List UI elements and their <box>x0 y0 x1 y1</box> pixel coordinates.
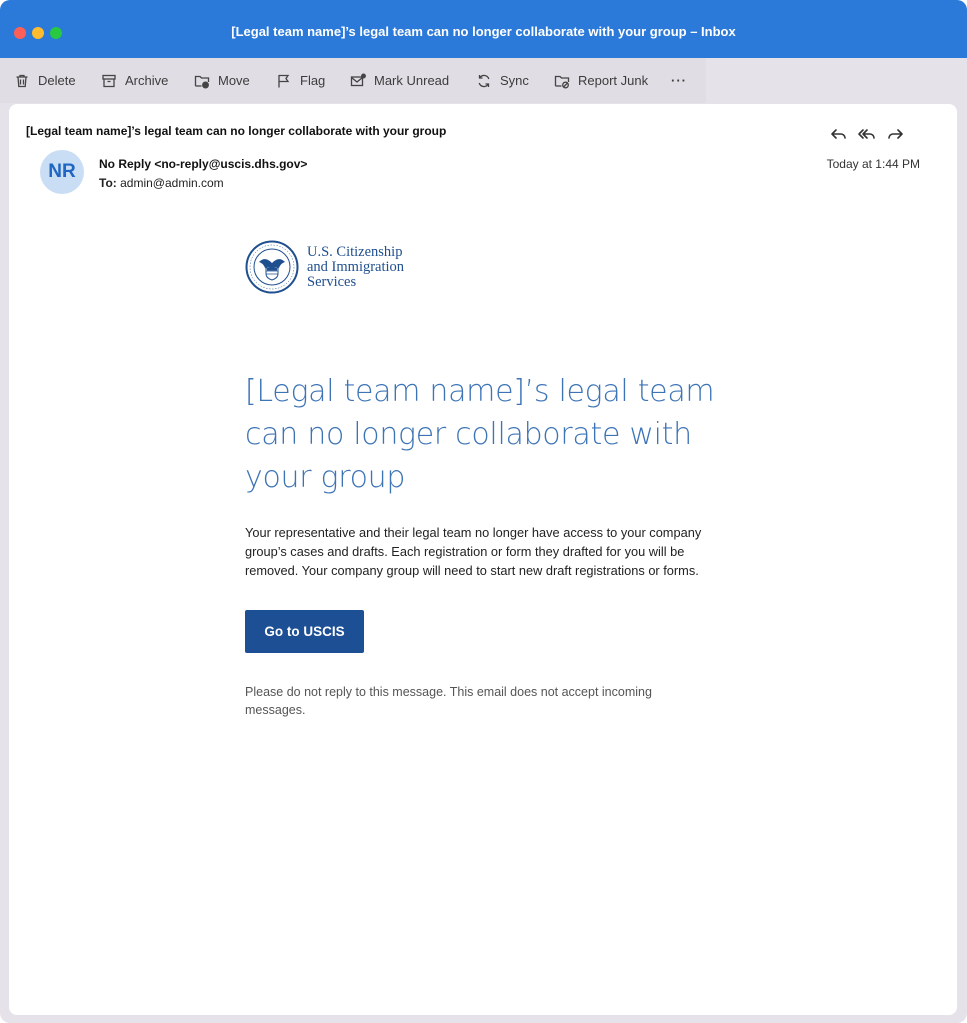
archive-button[interactable]: Archive <box>101 58 168 103</box>
flag-label: Flag <box>300 73 326 88</box>
agency-name-line: U.S. Citizenship <box>307 243 403 260</box>
reply-icon[interactable] <box>829 126 849 142</box>
dhs-seal-icon <box>245 240 299 294</box>
envelope-unread-icon <box>350 73 366 86</box>
folder-move-icon <box>194 75 210 88</box>
reply-actions <box>829 126 905 142</box>
sync-icon <box>478 74 490 87</box>
agency-name-line: Services <box>307 273 357 290</box>
uscis-logo: U.S. Citizenship and Immigration Service… <box>245 240 404 294</box>
sender-address[interactable]: No Reply <no-reply@uscis.dhs.gov> <box>99 157 307 171</box>
agency-name-line: and Immigration <box>307 258 405 275</box>
no-reply-notice: Please do not reply to this message. Thi… <box>245 685 652 717</box>
message-subject: [Legal team name]’s legal team can no lo… <box>26 124 447 138</box>
to-label: To: <box>99 176 117 190</box>
mark-unread-button[interactable]: Mark Unread <box>350 58 449 103</box>
junk-folder-icon <box>554 75 570 88</box>
go-to-uscis-button[interactable]: Go to USCIS <box>245 610 364 653</box>
agency-name: U.S. Citizenship and Immigration Service… <box>307 243 405 290</box>
forward-icon[interactable] <box>885 126 905 142</box>
report-junk-button[interactable]: Report Junk <box>554 58 648 103</box>
flag-icon <box>278 74 290 87</box>
sender-avatar: NR <box>40 150 84 194</box>
message-pane: [Legal team name]’s legal team can no lo… <box>9 104 957 1015</box>
trash-icon <box>16 74 28 87</box>
flag-button[interactable]: Flag <box>276 58 325 103</box>
sync-button[interactable]: Sync <box>476 58 529 103</box>
title-bar: [Legal team name]’s legal team can no lo… <box>0 0 967 58</box>
recipient-address[interactable]: admin@admin.com <box>120 176 224 190</box>
reply-all-icon[interactable] <box>857 126 877 142</box>
window-title: [Legal team name]’s legal team can no lo… <box>231 24 736 39</box>
delete-label: Delete <box>38 73 76 88</box>
email-headline: [Legal team name]’s legal team can no lo… <box>245 374 715 495</box>
archive-label: Archive <box>125 73 169 88</box>
sync-label: Sync <box>500 73 529 88</box>
mark-unread-label: Mark Unread <box>374 73 450 88</box>
toolbar: Delete Archive Move Flag Mark Unread Syn… <box>0 58 706 103</box>
message-date: Today at 1:44 PM <box>826 157 920 171</box>
delete-button[interactable]: Delete <box>14 58 76 103</box>
archive-icon <box>102 74 116 87</box>
email-body: Your representative and their legal team… <box>245 525 702 578</box>
recipient-line: To: admin@admin.com <box>99 176 224 190</box>
move-button[interactable]: Move <box>194 58 250 103</box>
more-actions-button[interactable]: ··· <box>671 58 687 103</box>
move-label: Move <box>218 73 250 88</box>
mail-window: [Legal team name]’s legal team can no lo… <box>0 0 967 1023</box>
report-junk-label: Report Junk <box>578 73 649 88</box>
